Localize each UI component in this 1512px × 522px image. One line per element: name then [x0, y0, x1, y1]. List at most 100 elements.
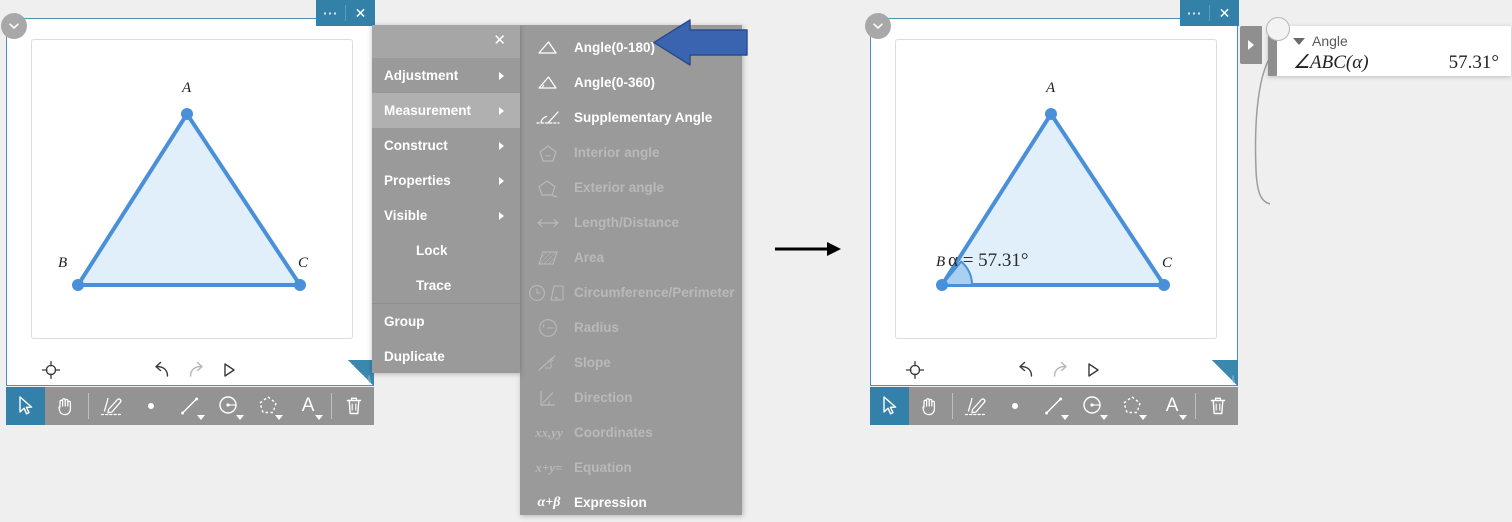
point-tool[interactable] — [995, 387, 1034, 425]
recenter-button[interactable] — [41, 360, 61, 380]
pan-tool[interactable] — [909, 387, 948, 425]
menu-item-visible[interactable]: Visible — [372, 198, 520, 233]
redo-button[interactable] — [185, 360, 207, 380]
menu-item-trace[interactable]: Trace — [372, 268, 520, 303]
right-panel-window: ⋯ ✕ A B C α = 57.31° ⁄⁄ A — [864, 0, 1239, 425]
menu-item-group[interactable]: Group — [372, 304, 520, 339]
play-button[interactable] — [219, 360, 239, 380]
submenu-item-expression[interactable]: α+β Expression — [520, 485, 742, 520]
menu-item-adjustment[interactable]: Adjustment — [372, 58, 520, 93]
angle-measurement-card[interactable]: Angle ∠ABC(α) 57.31° — [1268, 26, 1511, 76]
trash-icon — [1211, 397, 1226, 415]
circle-tool-dropdown-caret[interactable] — [1100, 415, 1109, 420]
pen-tool[interactable] — [92, 387, 131, 425]
pen-tool[interactable] — [956, 387, 995, 425]
delete-tool[interactable] — [335, 387, 374, 425]
right-panel-body: A B C α = 57.31° — [870, 18, 1238, 386]
right-canvas-actions — [871, 355, 1237, 385]
area-hatched-icon — [520, 248, 574, 268]
select-tool[interactable] — [870, 387, 910, 425]
polygon-tool[interactable] — [1113, 387, 1152, 425]
right-geometry-canvas[interactable]: A B C α = 57.31° — [895, 39, 1217, 339]
context-menu-close-icon[interactable]: ✕ — [493, 33, 506, 48]
menu-item-duplicate[interactable]: Duplicate — [372, 339, 520, 374]
line-tool-dropdown-caret[interactable] — [1060, 415, 1069, 420]
chevron-down-icon — [9, 23, 19, 30]
line-tool[interactable] — [1034, 387, 1073, 425]
menu-item-measurement[interactable]: Measurement — [372, 93, 520, 128]
left-toolbar: A — [6, 387, 374, 425]
vertex-label-b: B — [936, 254, 946, 270]
more-options-button[interactable]: ⋯ — [316, 0, 345, 26]
play-button[interactable] — [1083, 360, 1103, 380]
undo-button[interactable] — [1015, 360, 1037, 380]
left-geometry-canvas[interactable]: A B C — [31, 39, 353, 339]
submenu-item-label: Direction — [574, 390, 633, 405]
submenu-item-supplementary-angle[interactable]: Supplementary Angle — [520, 100, 742, 135]
menu-item-construct[interactable]: Construct — [372, 128, 520, 163]
submenu-item-label: Radius — [574, 320, 620, 335]
cursor-arrow-icon — [882, 396, 896, 415]
resize-handle[interactable]: ⁄⁄ — [348, 360, 374, 386]
card-drag-knob[interactable] — [1266, 17, 1290, 41]
point-tool[interactable] — [131, 387, 170, 425]
context-menu-primary-column: ✕ Adjustment Measurement Construct Prope… — [372, 25, 520, 373]
circle-tool[interactable] — [210, 387, 249, 425]
more-options-button[interactable]: ⋯ — [1180, 0, 1209, 26]
equation-icon: x+y= — [535, 459, 563, 475]
vertex-label-c: C — [298, 255, 309, 271]
card-content: Angle ∠ABC(α) 57.31° — [1277, 26, 1511, 76]
blue-pointer-arrow — [650, 19, 750, 67]
circle-tool[interactable] — [1074, 387, 1113, 425]
text-tool-dropdown-caret[interactable] — [314, 415, 323, 420]
undo-button[interactable] — [151, 360, 173, 380]
recenter-button[interactable] — [905, 360, 925, 380]
expand-panel-tab[interactable] — [1240, 26, 1262, 64]
select-tool[interactable] — [6, 387, 46, 425]
left-panel-body: A B C — [6, 18, 374, 386]
text-tool-dropdown-caret[interactable] — [1178, 415, 1187, 420]
resize-grip-lines: ⁄⁄ — [1228, 374, 1239, 384]
exterior-angle-icon — [520, 178, 574, 198]
submenu-item-exterior-angle: Exterior angle — [520, 170, 742, 205]
text-tool[interactable]: A — [288, 387, 327, 425]
menu-item-lock[interactable]: Lock — [372, 233, 520, 268]
menu-item-label: Visible — [384, 208, 428, 223]
right-triangle-figure — [936, 108, 1170, 291]
close-button[interactable]: ✕ — [346, 0, 375, 26]
line-tool-dropdown-caret[interactable] — [196, 415, 205, 420]
chevron-right-icon — [499, 211, 504, 220]
submenu-item-label: Interior angle — [574, 145, 660, 160]
line-tool[interactable] — [170, 387, 209, 425]
length-arrow-icon — [520, 215, 574, 231]
submenu-item-slope: Slope — [520, 345, 742, 380]
vertex-label-c: C — [1162, 255, 1173, 271]
menu-item-properties[interactable]: Properties — [372, 163, 520, 198]
text-tool[interactable]: A — [1152, 387, 1191, 425]
redo-button[interactable] — [1049, 360, 1071, 380]
collapse-toggle[interactable] — [865, 13, 891, 39]
collapse-toggle[interactable] — [1, 13, 27, 39]
submenu-item-circumference-perimeter: Circumference/Perimeter — [520, 275, 742, 310]
circle-tool-dropdown-caret[interactable] — [236, 415, 245, 420]
polygon-tool-dropdown-caret[interactable] — [1139, 415, 1148, 420]
pan-tool[interactable] — [45, 387, 84, 425]
submenu-item-label: Area — [574, 250, 605, 265]
resize-handle[interactable]: ⁄⁄ — [1212, 360, 1238, 386]
submenu-item-angle-0-360[interactable]: Angle(0-360) — [520, 65, 742, 100]
hand-icon — [58, 398, 72, 416]
polygon-tool-dropdown-caret[interactable] — [275, 415, 284, 420]
polygon-tool[interactable] — [249, 387, 288, 425]
coordinates-xy-icon: xx,yy — [535, 424, 563, 440]
card-title: Angle — [1312, 33, 1348, 49]
angle-measure-label[interactable]: α = 57.31° — [948, 250, 1029, 272]
close-button[interactable]: ✕ — [1210, 0, 1239, 26]
submenu-item-area: Area — [520, 240, 742, 275]
delete-tool[interactable] — [1199, 387, 1238, 425]
menu-item-label: Construct — [384, 138, 448, 153]
text-a-icon: A — [1165, 395, 1179, 416]
chevron-right-icon — [499, 71, 504, 80]
circumference-perimeter-icon — [520, 283, 574, 303]
caret-down-icon[interactable] — [1293, 37, 1305, 45]
right-toolbar: A — [870, 387, 1238, 425]
